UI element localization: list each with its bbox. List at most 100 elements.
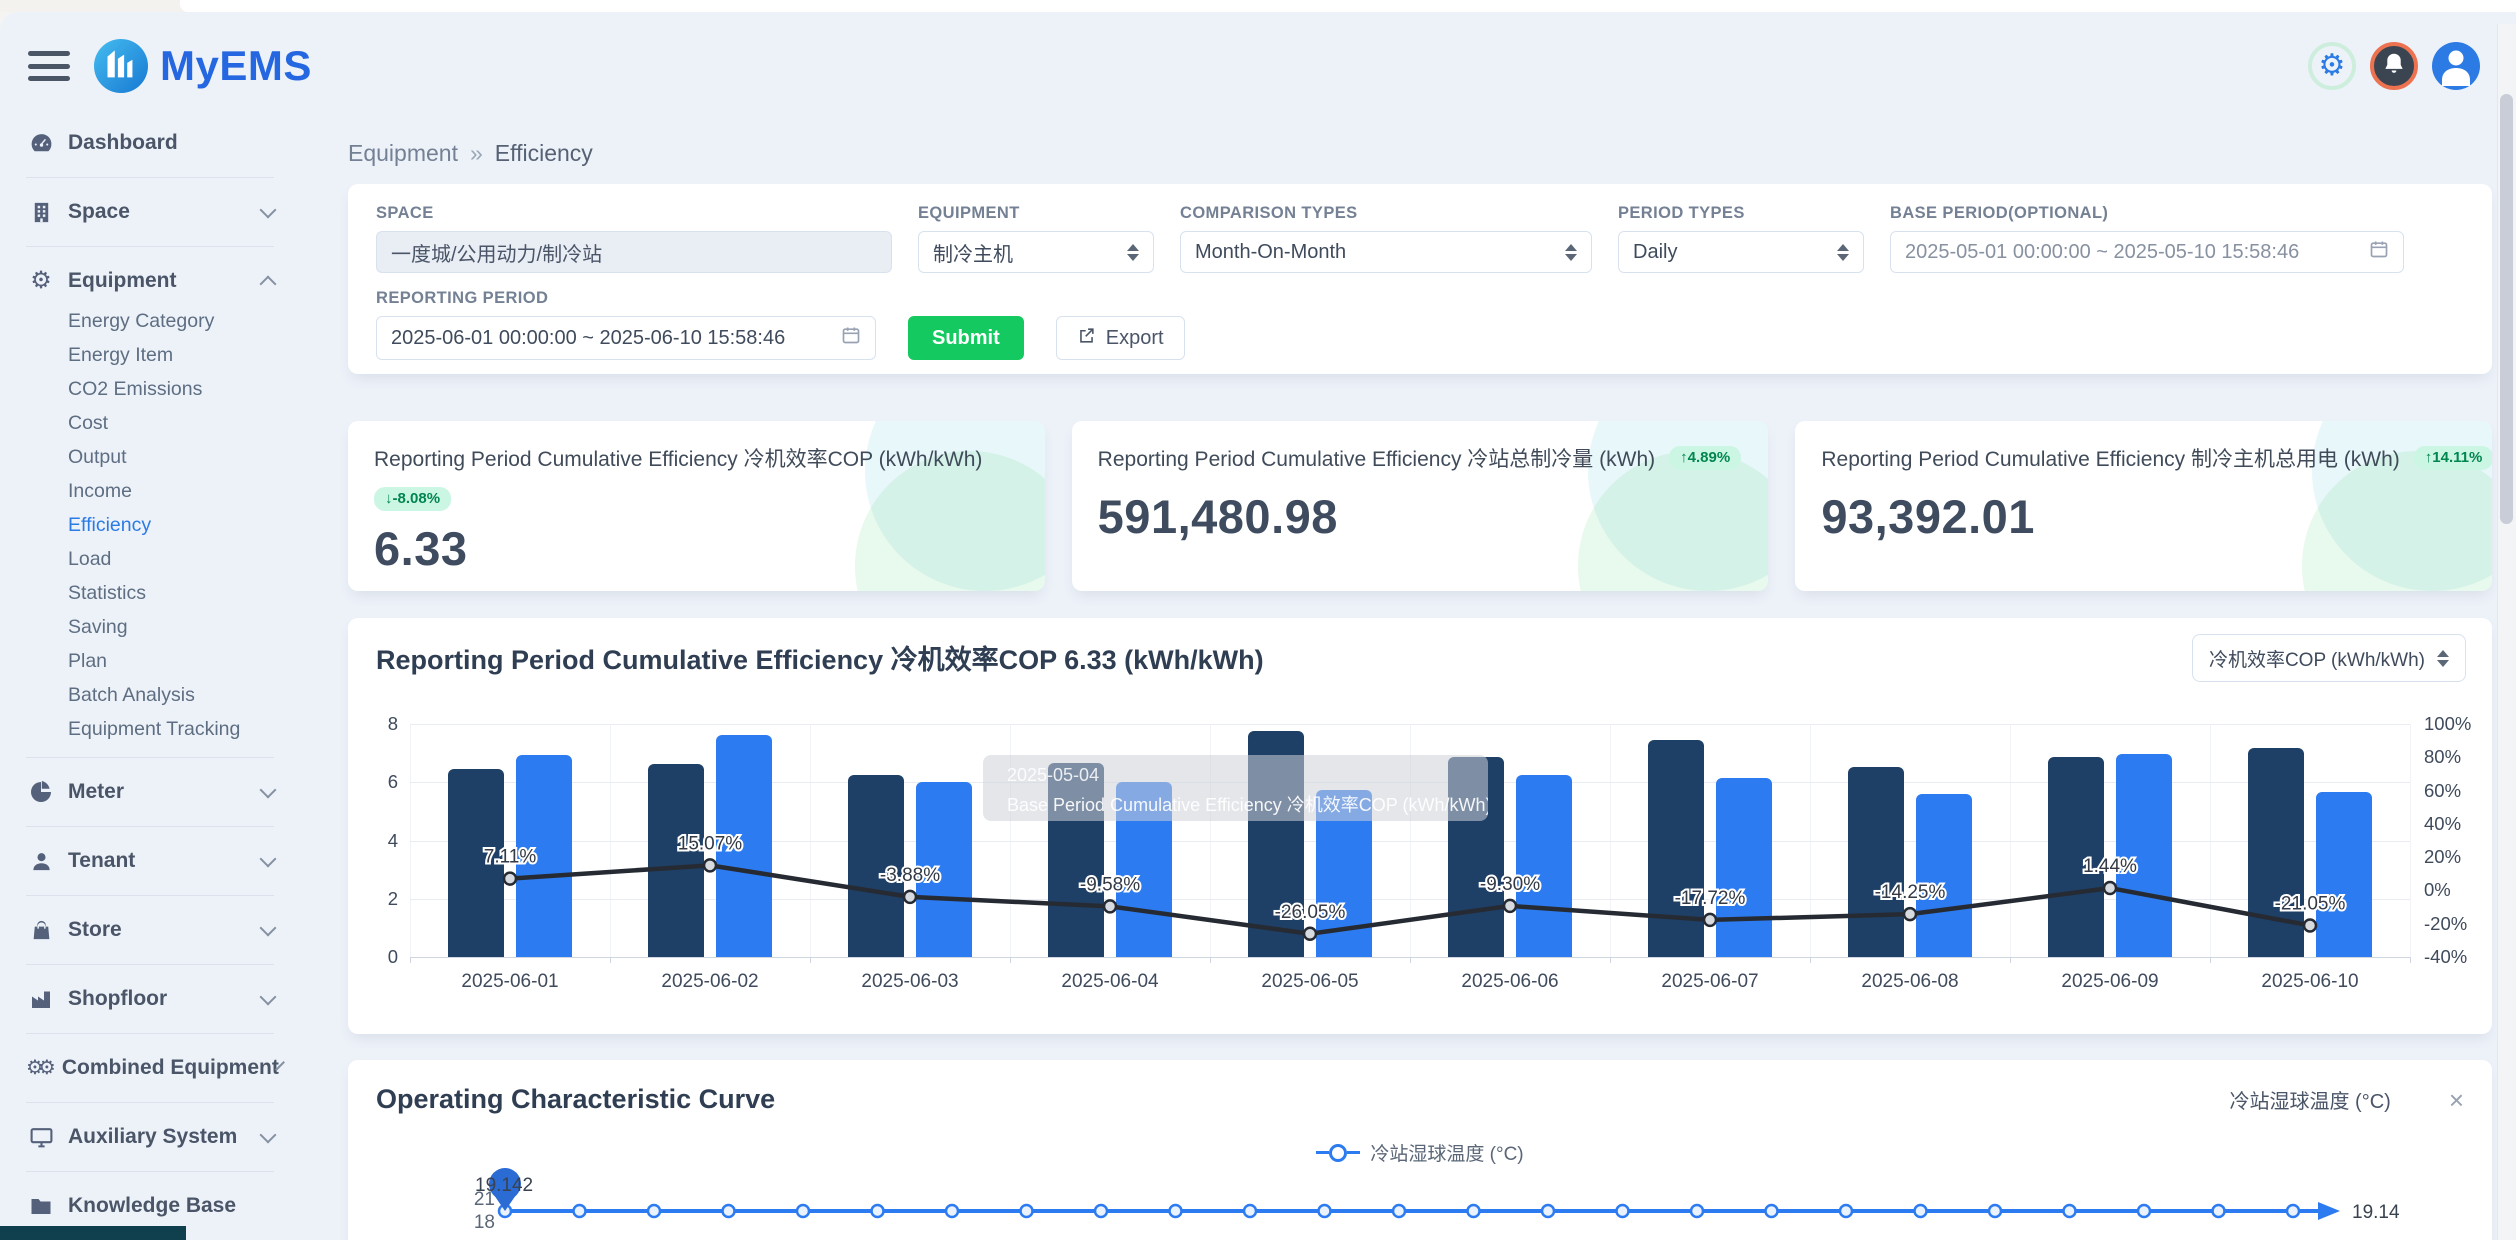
space-input[interactable]: 一度城/公用动力/制冷站 bbox=[376, 231, 892, 273]
kpi-card: Reporting Period Cumulative Efficiency 制… bbox=[1795, 421, 2492, 591]
sidebar-item-co2-emissions[interactable]: CO2 Emissions bbox=[0, 372, 300, 406]
curve-legend[interactable]: 冷站湿球温度 (°C) bbox=[376, 1139, 2464, 1166]
export-icon bbox=[1077, 326, 1096, 351]
sidebar-item-saving[interactable]: Saving bbox=[0, 610, 300, 644]
kpi-title: Reporting Period Cumulative Efficiency 冷… bbox=[1098, 443, 1655, 473]
menu-icon[interactable] bbox=[28, 51, 70, 81]
sidebar-item-shopfloor[interactable]: Shopfloor bbox=[0, 976, 300, 1022]
y2-axis-tick-label: 60% bbox=[2424, 780, 2461, 802]
x-axis-tick bbox=[2010, 957, 2011, 963]
breadcrumb-parent[interactable]: Equipment bbox=[348, 140, 458, 167]
person-icon bbox=[26, 850, 56, 873]
sidebar-item-statistics[interactable]: Statistics bbox=[0, 576, 300, 610]
period-types-select[interactable]: Daily bbox=[1618, 231, 1864, 273]
reporting-period-bar bbox=[2116, 754, 2172, 957]
gridline bbox=[410, 899, 2410, 900]
page-scrollbar bbox=[2497, 24, 2516, 1240]
equipment-select[interactable]: 制冷主机 bbox=[918, 231, 1154, 273]
x-axis-tick bbox=[1610, 957, 1611, 963]
notifications-button[interactable] bbox=[2370, 42, 2418, 90]
sidebar-item-cost[interactable]: Cost bbox=[0, 406, 300, 440]
x-axis-label: 2025-06-07 bbox=[1630, 971, 1790, 993]
gear-icon: ⚙ bbox=[26, 269, 56, 293]
tooltip-row: Base Period Cumulative Efficiency 冷机效率CO… bbox=[1007, 791, 1464, 817]
base-period-bar bbox=[2048, 757, 2104, 957]
export-button[interactable]: Export bbox=[1056, 316, 1185, 360]
comparison-types-label: COMPARISON TYPES bbox=[1180, 204, 1592, 223]
x-axis-tick bbox=[610, 957, 611, 963]
breadcrumb-current: Efficiency bbox=[495, 140, 593, 167]
trend-badge: ↑4.89% bbox=[1669, 446, 1741, 470]
curve-metric-label: 冷站湿球温度 (°C) bbox=[2229, 1085, 2390, 1114]
scrollbar-thumb[interactable] bbox=[2500, 94, 2513, 524]
submit-button[interactable]: Submit bbox=[908, 316, 1024, 360]
sidebar-item-plan[interactable]: Plan bbox=[0, 644, 300, 678]
top-navbar: MyEMS ⚙ bbox=[0, 12, 2498, 120]
browser-status-strip bbox=[0, 1226, 186, 1240]
sidebar-item-store[interactable]: Store bbox=[0, 907, 300, 953]
reporting-period-bar bbox=[1916, 794, 1972, 957]
sidebar-item-energy-item[interactable]: Energy Item bbox=[0, 338, 300, 372]
chart-plot-area[interactable]: 02468100%80%60%40%20%0%-20%-40%2025-06-0… bbox=[348, 618, 2492, 1034]
x-axis-tick bbox=[810, 957, 811, 963]
sidebar-item-meter[interactable]: Meter bbox=[0, 769, 300, 815]
y-axis-tick-label: 2 bbox=[356, 888, 398, 910]
curve-title: Operating Characteristic Curve bbox=[376, 1084, 775, 1115]
sidebar-item-label: Auxiliary System bbox=[68, 1125, 237, 1149]
brand-logo[interactable]: MyEMS bbox=[94, 39, 312, 93]
sidebar-item-efficiency[interactable]: Efficiency bbox=[0, 508, 300, 542]
sidebar-item-tenant[interactable]: Tenant bbox=[0, 838, 300, 884]
user-avatar[interactable] bbox=[2432, 42, 2480, 90]
sidebar-item-label: Dashboard bbox=[68, 131, 178, 155]
sidebar-item-label: Shopfloor bbox=[68, 987, 167, 1011]
kpi-cards-row: Reporting Period Cumulative Efficiency 冷… bbox=[348, 421, 2492, 591]
sidebar-item-combined-equipment[interactable]: ⚙⚙Combined Equipment bbox=[0, 1045, 300, 1091]
sidebar-item-income[interactable]: Income bbox=[0, 474, 300, 508]
base-period-input[interactable]: 2025-05-01 00:00:00 ~ 2025-05-10 15:58:4… bbox=[1890, 231, 2404, 273]
x-axis-tick bbox=[1410, 957, 1411, 963]
logo-mark-icon bbox=[94, 39, 148, 93]
base-period-bar bbox=[1848, 767, 1904, 957]
x-axis-label: 2025-06-02 bbox=[630, 971, 790, 993]
sidebar-item-auxiliary-system[interactable]: Auxiliary System bbox=[0, 1114, 300, 1160]
trend-up-icon: ↑ bbox=[2425, 449, 2433, 467]
comparison-types-select[interactable]: Month-On-Month bbox=[1180, 231, 1592, 273]
sidebar-item-output[interactable]: Output bbox=[0, 440, 300, 474]
sidebar-item-load[interactable]: Load bbox=[0, 542, 300, 576]
sidebar-item-knowledge-base[interactable]: Knowledge Base bbox=[0, 1183, 300, 1229]
bag-icon bbox=[26, 919, 56, 942]
chevron-up-icon bbox=[260, 276, 277, 293]
sidebar-item-equipment[interactable]: ⚙Equipment bbox=[0, 258, 300, 304]
calendar-icon bbox=[841, 325, 861, 351]
browser-top-band-right bbox=[180, 0, 2516, 12]
y-axis-tick-label: 8 bbox=[356, 713, 398, 735]
sidebar-item-dashboard[interactable]: Dashboard bbox=[0, 120, 300, 166]
legend-marker-icon bbox=[1316, 1144, 1360, 1162]
y-axis-tick-label: 0 bbox=[356, 946, 398, 968]
kpi-card: Reporting Period Cumulative Efficiency 冷… bbox=[1072, 421, 1769, 591]
y2-axis-tick-label: 40% bbox=[2424, 813, 2461, 835]
sidebar-item-energy-category[interactable]: Energy Category bbox=[0, 304, 300, 338]
sidebar-divider bbox=[26, 246, 274, 247]
chevron-down-icon bbox=[260, 202, 277, 219]
sidebar-item-batch-analysis[interactable]: Batch Analysis bbox=[0, 678, 300, 712]
y2-axis-tick-label: -20% bbox=[2424, 913, 2467, 935]
y-axis-tick-label: 4 bbox=[356, 830, 398, 852]
sidebar-item-space[interactable]: Space bbox=[0, 189, 300, 235]
settings-button[interactable]: ⚙ bbox=[2308, 42, 2356, 90]
bell-icon bbox=[2381, 51, 2407, 82]
chart-metric-select[interactable]: 冷机效率COP (kWh/kWh) bbox=[2192, 634, 2466, 682]
x-axis-label: 2025-06-09 bbox=[2030, 971, 2190, 993]
base-period-bar bbox=[848, 775, 904, 957]
sidebar-item-equipment-tracking[interactable]: Equipment Tracking bbox=[0, 712, 300, 746]
reporting-period-input[interactable]: 2025-06-01 00:00:00 ~ 2025-06-10 15:58:4… bbox=[376, 316, 876, 360]
gridline bbox=[410, 724, 2410, 725]
close-icon[interactable]: × bbox=[2449, 1087, 2464, 1113]
gear-icon: ⚙ bbox=[2319, 51, 2346, 81]
curve-plot[interactable]: 211819.14219.14 bbox=[348, 1163, 2492, 1240]
select-arrows-icon bbox=[1837, 244, 1849, 261]
curve-first-value-label: 19.142 bbox=[475, 1175, 533, 1196]
sidebar-item-label: Meter bbox=[68, 780, 124, 804]
sidebar-divider bbox=[26, 1033, 274, 1034]
x-axis-tick bbox=[410, 957, 411, 963]
